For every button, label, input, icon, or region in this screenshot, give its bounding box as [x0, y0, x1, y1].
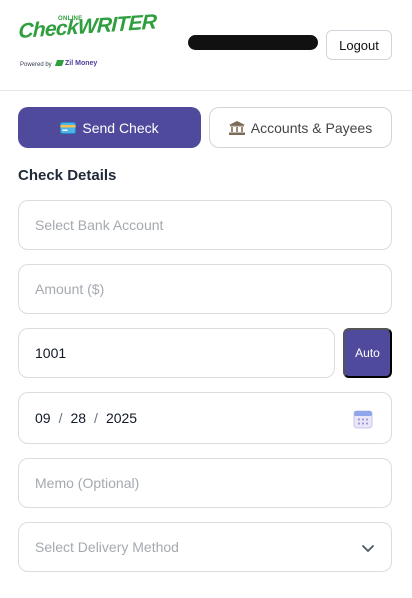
bank-icon [228, 120, 245, 135]
date-year[interactable]: 2025 [106, 410, 137, 426]
bank-account-placeholder: Select Bank Account [35, 217, 164, 233]
check-number-input[interactable]: 1001 [18, 328, 335, 378]
app-header: ONLINE CheckWRITER Powered by Zil Money … [0, 0, 412, 91]
tab-accounts-payees[interactable]: Accounts & Payees [209, 107, 392, 148]
redacted-user-email [188, 35, 318, 50]
amount-placeholder: Amount ($) [35, 281, 105, 297]
zil-money-text: Zil Money [65, 60, 98, 67]
tab-send-check[interactable]: Send Check [18, 107, 201, 148]
delivery-method-placeholder: Select Delivery Method [35, 539, 179, 555]
bank-account-select[interactable]: Select Bank Account [18, 200, 392, 250]
logout-button[interactable]: Logout [326, 30, 392, 60]
date-month[interactable]: 09 [35, 410, 51, 426]
zil-money-logo: Zil Money [54, 60, 98, 67]
date-separator: / [94, 410, 98, 426]
logo-wordmark: CheckWRITER [18, 10, 157, 44]
check-number-value: 1001 [35, 345, 67, 361]
calendar-icon[interactable] [353, 409, 373, 432]
tab-accounts-payees-label: Accounts & Payees [250, 119, 373, 136]
powered-by-text: Powered by [20, 62, 52, 68]
checkwriter-logo[interactable]: ONLINE CheckWRITER Powered by Zil Money [18, 10, 157, 74]
chevron-down-icon [361, 541, 375, 558]
check-details-heading: Check Details [18, 167, 117, 184]
tab-send-check-label: Send Check [82, 119, 159, 136]
memo-input[interactable]: Memo (Optional) [18, 458, 392, 508]
delivery-method-select[interactable]: Select Delivery Method [18, 522, 392, 572]
memo-placeholder: Memo (Optional) [35, 475, 140, 491]
credit-card-icon [60, 121, 77, 134]
date-day[interactable]: 28 [70, 410, 86, 426]
amount-input[interactable]: Amount ($) [18, 264, 392, 314]
zil-money-mark-icon [54, 60, 65, 66]
date-separator: / [58, 410, 63, 426]
auto-check-number-button[interactable]: Auto [343, 328, 392, 378]
check-date-input[interactable]: 09 / 28 / 2025 [18, 392, 392, 444]
